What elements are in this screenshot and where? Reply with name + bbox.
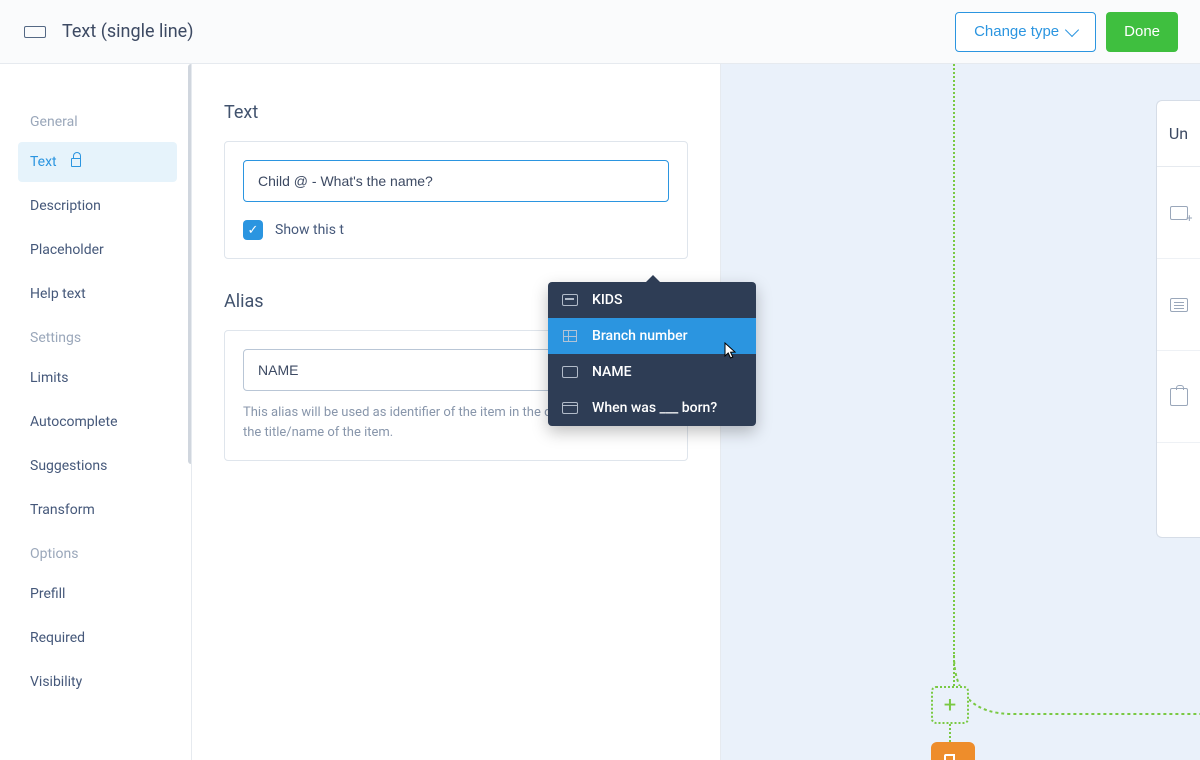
nav-group-settings: Settings <box>30 330 177 346</box>
suggestion-label: When was ___ born? <box>592 400 717 416</box>
sidebar-item-prefill[interactable]: Prefill <box>18 574 177 614</box>
flow-connector-short <box>949 724 951 742</box>
block-palette-item[interactable] <box>1157 259 1200 351</box>
calendar-icon <box>562 401 578 415</box>
flow-canvas[interactable]: + Un <box>720 64 1200 760</box>
variable-suggestions-popover: KIDS Branch number NAME When was ___ bor… <box>548 282 756 426</box>
suggestion-branch-number[interactable]: Branch number <box>548 318 756 354</box>
grid-icon <box>562 329 578 343</box>
change-type-label: Change type <box>974 23 1059 40</box>
sidebar-item-transform[interactable]: Transform <box>18 490 177 530</box>
lock-icon <box>71 158 81 167</box>
check-icon: ✓ <box>248 223 259 238</box>
editor-header: Text (single line) Change type Done <box>0 0 1200 64</box>
blocks-panel-title: Un <box>1157 101 1200 167</box>
suggestion-name[interactable]: NAME <box>548 354 756 390</box>
clipboard-icon <box>1170 388 1188 406</box>
sidebar-item-help-text[interactable]: Help text <box>18 274 177 314</box>
text-section-title: Text <box>224 102 688 123</box>
suggestion-born[interactable]: When was ___ born? <box>548 390 756 426</box>
change-type-button[interactable]: Change type <box>955 12 1096 52</box>
question-text-input[interactable] <box>243 160 669 202</box>
sidebar-item-required[interactable]: Required <box>18 618 177 658</box>
show-this-row: ✓ Show this t <box>243 220 669 240</box>
sidebar-item-autocomplete[interactable]: Autocomplete <box>18 402 177 442</box>
sidebar-item-limits[interactable]: Limits <box>18 358 177 398</box>
nav-group-options: Options <box>30 546 177 562</box>
card-plus-icon <box>1170 206 1188 220</box>
header-title-wrap: Text (single line) <box>24 21 955 42</box>
flow-connector-vertical <box>953 64 955 690</box>
sidebar-item-description[interactable]: Description <box>18 186 177 226</box>
text-panel: ✓ Show this t <box>224 141 688 259</box>
sidebar-item-text[interactable]: Text <box>18 142 177 182</box>
settings-sidebar: General Text Description Placeholder Hel… <box>0 64 192 760</box>
sidebar-item-visibility[interactable]: Visibility <box>18 662 177 702</box>
sidebar-item-label: Text <box>30 154 57 170</box>
done-button[interactable]: Done <box>1106 12 1178 52</box>
chevron-down-icon <box>1065 22 1079 36</box>
form-block-node[interactable] <box>931 742 975 760</box>
sidebar-item-suggestions[interactable]: Suggestions <box>18 446 177 486</box>
number-icon <box>562 293 578 307</box>
page-title: Text (single line) <box>62 21 193 42</box>
page-icon <box>944 754 962 760</box>
suggestion-kids[interactable]: KIDS <box>548 282 756 318</box>
show-checkbox-label: Show this t <box>275 222 344 238</box>
nav-group-general: General <box>30 114 177 130</box>
suggestion-label: Branch number <box>592 328 688 344</box>
list-icon <box>1170 298 1188 312</box>
suggestion-label: NAME <box>592 364 632 380</box>
flow-connector-curve <box>953 654 1200 728</box>
text-icon <box>562 365 578 379</box>
show-checkbox[interactable]: ✓ <box>243 220 263 240</box>
block-palette-item[interactable] <box>1157 167 1200 259</box>
text-field-icon <box>24 26 46 38</box>
header-actions: Change type Done <box>955 12 1178 52</box>
blocks-panel: Un <box>1156 100 1200 538</box>
form-pane: Text ✓ Show this t Alias This alias will… <box>192 64 720 760</box>
add-block-button[interactable]: + <box>931 686 969 724</box>
sidebar-item-placeholder[interactable]: Placeholder <box>18 230 177 270</box>
block-palette-item[interactable] <box>1157 351 1200 443</box>
suggestion-label: KIDS <box>592 292 622 308</box>
